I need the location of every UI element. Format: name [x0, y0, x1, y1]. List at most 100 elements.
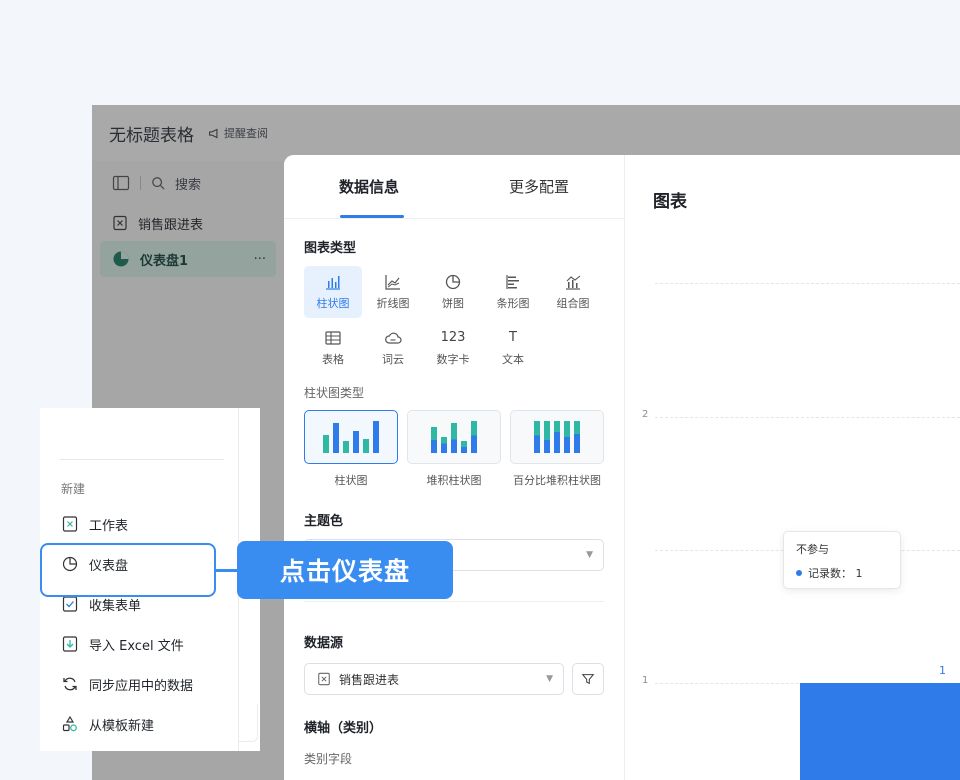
bar-variant-preview — [510, 410, 604, 464]
search-label[interactable]: 搜索 — [175, 174, 201, 193]
preview-bar — [373, 421, 379, 453]
bar-chart-icon — [326, 276, 340, 290]
sheet-icon — [318, 672, 330, 686]
menu-divider — [60, 459, 224, 460]
chevron-down-icon: ▼ — [586, 550, 593, 560]
chart-bar[interactable] — [800, 683, 960, 780]
bar-variant-basic[interactable]: 柱状图 — [304, 410, 398, 488]
series-dot — [796, 570, 802, 576]
config-tabs: 数据信息 更多配置 — [284, 155, 624, 219]
document-title[interactable]: 无标题表格 — [109, 121, 194, 146]
gridline — [655, 283, 960, 284]
chart-type-horizontal-bar[interactable]: 条形图 — [484, 266, 542, 318]
search-icon — [152, 177, 165, 190]
menu-heading: 新建 — [61, 482, 86, 496]
chart-type-number-card[interactable]: 123 数字卡 — [424, 322, 482, 374]
chart-type-line[interactable]: 折线图 — [364, 266, 422, 318]
menu-item-worksheet[interactable]: 工作表 — [61, 513, 128, 535]
y-tick-label: 2 — [642, 409, 649, 420]
remind-label: 提醒查阅 — [224, 127, 268, 140]
combo-chart-icon — [566, 275, 581, 290]
theme-color-title: 主题色 — [304, 514, 344, 529]
chart-type-label: 饼图 — [442, 297, 464, 310]
bar-variant-preview — [407, 410, 501, 464]
chevron-down-icon: ▼ — [546, 674, 553, 684]
menu-item-label: 工作表 — [89, 518, 129, 534]
chart-config-dialog: 数据信息 更多配置 图表类型 柱状图 折线图 饼图 条形图 组合图 表格 词云 … — [284, 155, 960, 780]
import-icon — [62, 636, 78, 652]
bar-variant-percent-stacked[interactable]: 百分比堆积柱状图 — [510, 410, 604, 488]
megaphone-icon — [209, 128, 218, 138]
tooltip-row: 记录数： 1 — [796, 565, 888, 581]
chart-type-grid: 柱状图 折线图 饼图 条形图 组合图 表格 词云 123 数字卡 T 文本 — [284, 266, 624, 374]
preview-bar — [574, 421, 580, 453]
sidebar-toggle-icon[interactable] — [112, 174, 130, 192]
filter-button[interactable] — [572, 663, 604, 695]
datasource-value: 销售跟进表 — [339, 672, 400, 687]
pie-chart-icon — [445, 274, 461, 290]
menu-item-label: 导入 Excel 文件 — [89, 638, 184, 654]
bar-variant-list: 柱状图 堆积柱状图 百分比堆积柱状图 — [284, 410, 624, 488]
line-chart-icon — [385, 275, 400, 290]
menu-item-import-excel[interactable]: 导入 Excel 文件 — [61, 633, 184, 655]
menu-item-sync-app-data[interactable]: 同步应用中的数据 — [61, 673, 193, 695]
menu-item-from-template[interactable]: 从模板新建 — [61, 713, 154, 735]
app-header: 无标题表格 提醒查阅 — [92, 105, 960, 161]
template-icon — [62, 715, 77, 732]
chart-type-table[interactable]: 表格 — [304, 322, 362, 374]
category-field-label: 类别字段 — [304, 752, 353, 766]
horizontal-bar-icon — [506, 275, 519, 289]
datasource-select[interactable]: 销售跟进表 ▼ — [304, 663, 564, 695]
bar-variant-label: 柱状图 — [334, 474, 368, 487]
x-axis-title: 横轴（类别） — [304, 721, 383, 736]
tooltip-value: 记录数： 1 — [808, 567, 863, 580]
chart-type-label: 折线图 — [376, 297, 410, 310]
preview-bar — [441, 437, 447, 453]
chart-tooltip: 不参与 记录数： 1 — [783, 531, 901, 589]
tab-more-config[interactable]: 更多配置 — [454, 155, 624, 218]
dashboard-pie-icon — [113, 251, 129, 267]
gridline — [655, 417, 960, 418]
chart-type-text[interactable]: T 文本 — [484, 322, 542, 374]
bar-value-label: 1 — [939, 664, 946, 677]
menu-item-label: 从模板新建 — [89, 718, 155, 734]
text-icon: T — [509, 330, 517, 345]
chart-type-label: 柱状图 — [316, 297, 350, 310]
menu-item-label: 同步应用中的数据 — [89, 678, 194, 694]
preview-bar — [333, 423, 339, 453]
sidebar-item-label: 仪表盘1 — [140, 253, 189, 269]
dashboard-highlight-box — [40, 543, 216, 597]
chart-type-pie[interactable]: 饼图 — [424, 266, 482, 318]
chart-type-word-cloud[interactable]: 词云 — [364, 322, 422, 374]
preview-bar — [323, 435, 329, 453]
remind-button[interactable]: 提醒查阅 — [208, 125, 268, 141]
preview-bar — [363, 439, 369, 453]
bar-variant-label: 百分比堆积柱状图 — [513, 474, 601, 487]
config-panel: 数据信息 更多配置 图表类型 柱状图 折线图 饼图 条形图 组合图 表格 词云 … — [284, 155, 625, 780]
sidebar-item-sales-sheet[interactable]: 销售跟进表 — [92, 205, 284, 241]
form-icon — [62, 596, 78, 612]
section-divider — [304, 601, 604, 602]
word-cloud-icon — [385, 332, 402, 344]
chart-type-label: 表格 — [322, 353, 344, 366]
sidebar-item-dashboard[interactable]: 仪表盘1 ··· — [100, 241, 276, 277]
chart-type-label: 组合图 — [556, 297, 590, 310]
filter-icon — [581, 674, 595, 685]
preview-bar — [343, 441, 349, 453]
bar-type-title: 柱状图类型 — [304, 386, 365, 400]
preview-bar — [461, 441, 467, 453]
tooltip-title: 不参与 — [796, 543, 829, 556]
chart-type-bar[interactable]: 柱状图 — [304, 266, 362, 318]
tab-data-info[interactable]: 数据信息 — [284, 155, 454, 218]
number-card-icon: 123 — [440, 330, 466, 345]
chart-type-combo[interactable]: 组合图 — [544, 266, 602, 318]
preview-bar — [554, 421, 560, 453]
bar-variant-stacked[interactable]: 堆积柱状图 — [407, 410, 501, 488]
more-options-icon[interactable]: ··· — [254, 252, 266, 267]
datasource-title: 数据源 — [304, 636, 344, 651]
worksheet-icon — [62, 516, 78, 532]
sidebar-toolbar: 搜索 — [92, 161, 284, 205]
chart-type-label: 文本 — [502, 353, 524, 366]
sync-icon — [63, 677, 77, 691]
bar-variant-label: 堆积柱状图 — [426, 474, 482, 487]
